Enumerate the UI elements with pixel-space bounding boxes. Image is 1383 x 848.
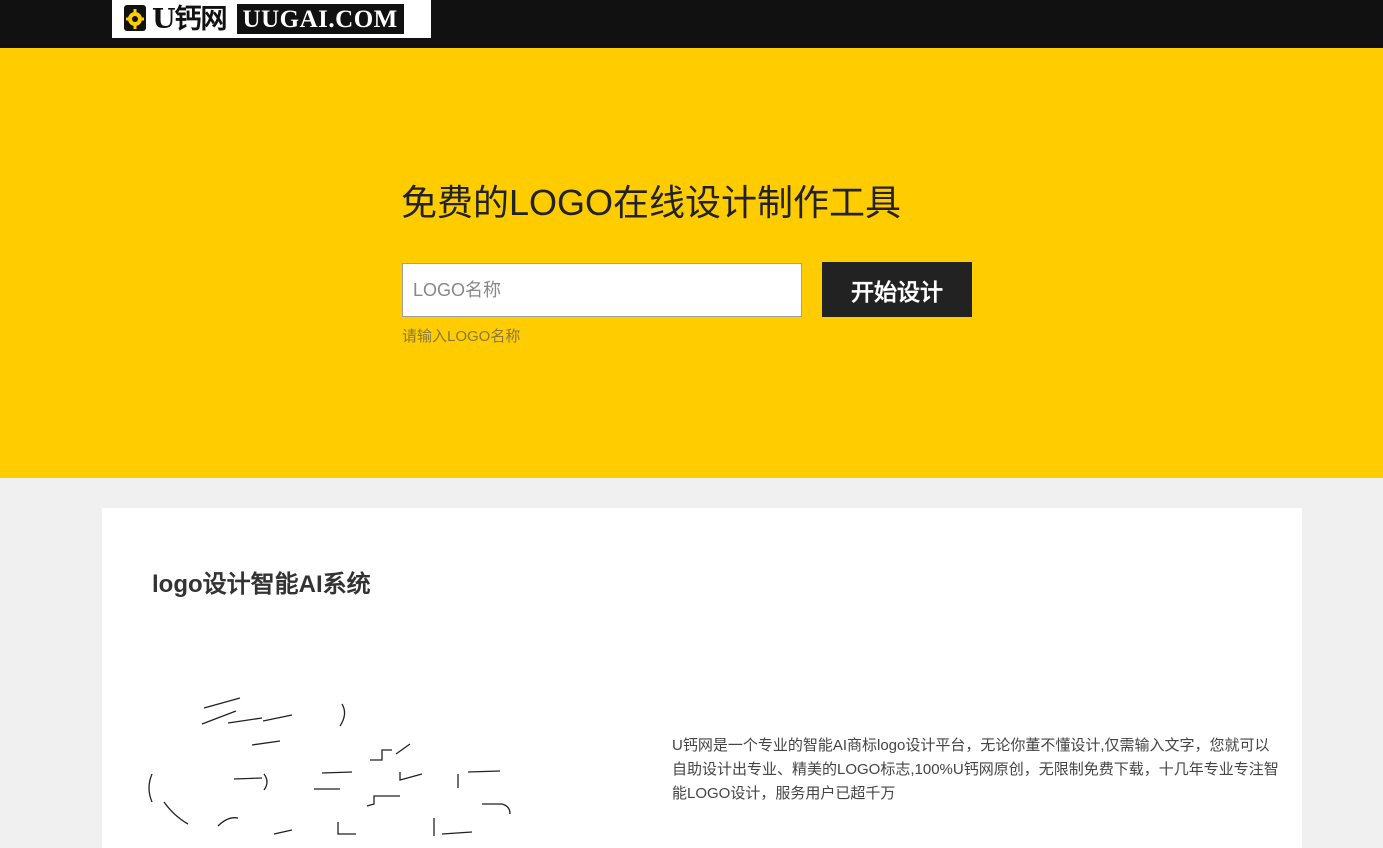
logo-text-cn: U钙网	[152, 3, 228, 35]
logo-name-input[interactable]	[402, 263, 802, 317]
sketch-illustration	[148, 697, 511, 836]
hero-section: 免费的LOGO在线设计制作工具 开始设计 请输入LOGO名称	[0, 48, 1383, 478]
start-design-button[interactable]: 开始设计	[822, 262, 972, 317]
gear-icon	[122, 5, 148, 33]
hero-title: 免费的LOGO在线设计制作工具	[401, 182, 902, 223]
input-hint: 请输入LOGO名称	[402, 328, 521, 345]
intro-card: logo设计智能AI系统 U钙网是一个专业的智能AI商标logo设计平台，无论你…	[102, 508, 1302, 848]
intro-description: U钙网是一个专业的智能AI商标logo设计平台，无论你董不懂设计,仅需输入文字，…	[672, 737, 1279, 802]
site-logo[interactable]: U钙网 UUGAI.COM	[112, 0, 431, 38]
section-title: logo设计智能AI系统	[152, 571, 371, 598]
top-header-bar: U钙网 UUGAI.COM	[0, 0, 1383, 48]
logo-text-en: UUGAI.COM	[236, 4, 404, 34]
